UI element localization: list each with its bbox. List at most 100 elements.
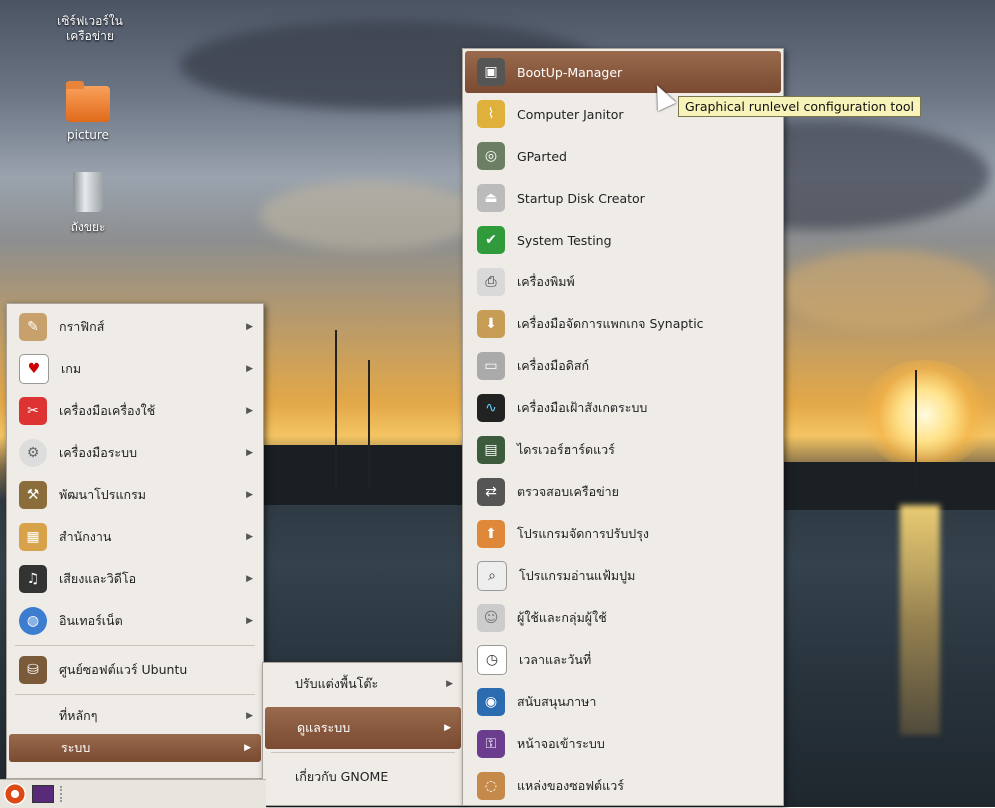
accessories-icon: ✂: [19, 397, 47, 425]
submenu-arrow-icon: ▶: [244, 743, 251, 753]
update-manager-icon: ⬆: [477, 520, 505, 548]
usb-disk-icon: ⏏: [477, 184, 505, 212]
applications-menu: ✎ กราฟิกส์ ▶ ♥ เกม ▶ ✂ เครื่องมือเครื่อง…: [6, 303, 264, 779]
menu-item-label: อินเทอร์เน็ต: [59, 613, 123, 628]
menu-item-games[interactable]: ♥ เกม ▶: [7, 348, 263, 390]
menu-item-update-manager[interactable]: ⬆ โปรแกรมจัดการปรับปรุง: [465, 513, 781, 555]
menu-item-office[interactable]: ▦ สำนักงาน ▶: [7, 516, 263, 558]
network-tools-icon: ⇄: [477, 478, 505, 506]
menu-item-label: BootUp-Manager: [517, 64, 623, 80]
submenu-arrow-icon: ▶: [444, 723, 451, 733]
menu-item-users-groups[interactable]: ☺ ผู้ใช้และกลุ่มผู้ใช้: [465, 597, 781, 639]
menu-item-label: เครื่องมือดิสก์: [517, 358, 590, 373]
menu-item-system[interactable]: ระบบ ▶: [9, 734, 261, 762]
menu-item-preferences[interactable]: ปรับแต่งพื้นโต๊ะ ▶: [263, 663, 463, 705]
software-sources-icon: ◌: [477, 772, 505, 800]
submenu-arrow-icon: ▶: [246, 448, 253, 458]
disk-utility-icon: ▭: [477, 352, 505, 380]
menu-item-label: เครื่องมือระบบ: [59, 445, 138, 460]
menu-item-sound-video[interactable]: ♫ เสียงและวิดีโอ ▶: [7, 558, 263, 600]
menu-item-graphics[interactable]: ✎ กราฟิกส์ ▶: [7, 306, 263, 348]
menu-item-programming[interactable]: ⚒ พัฒนาโปรแกรม ▶: [7, 474, 263, 516]
menu-item-software-sources[interactable]: ◌ แหล่งของซอฟต์แวร์: [465, 765, 781, 807]
language-support-icon: ◉: [477, 688, 505, 716]
programming-icon: ⚒: [19, 481, 47, 509]
menu-item-startup-disk-creator[interactable]: ⏏ Startup Disk Creator: [465, 177, 781, 219]
menu-item-label: ปรับแต่งพื้นโต๊ะ: [295, 676, 379, 691]
menu-item-places[interactable]: ที่หลักๆ ▶: [7, 698, 263, 734]
menu-item-bootup-manager[interactable]: ▣ BootUp-Manager: [465, 51, 781, 93]
bottom-panel: [0, 779, 266, 808]
desktop-icon-trash[interactable]: ถังขยะ: [58, 172, 118, 237]
menu-item-log-viewer[interactable]: ⌕ โปรแกรมอ่านแฟ้มปูม: [465, 555, 781, 597]
time-date-icon: ◷: [477, 645, 507, 675]
terminal-launcher-icon[interactable]: [32, 785, 54, 803]
folder-icon: [66, 81, 110, 122]
menu-item-label: เครื่องมือจัดการแพกเกจ Synaptic: [517, 316, 704, 331]
desktop-icon-picture[interactable]: picture: [58, 81, 118, 142]
menu-item-label: สนับสนุนภาษา: [517, 694, 597, 709]
log-viewer-icon: ⌕: [477, 561, 507, 591]
graphics-icon: ✎: [19, 313, 47, 341]
panel-grip-handle[interactable]: [60, 786, 65, 802]
submenu-arrow-icon: ▶: [246, 364, 253, 374]
menu-item-gparted[interactable]: ◎ GParted: [465, 135, 781, 177]
menu-item-label: ระบบ: [61, 740, 91, 755]
desktop-icon-label: picture: [67, 128, 109, 142]
submenu-arrow-icon: ▶: [246, 490, 253, 500]
system-submenu: ปรับแต่งพื้นโต๊ะ ▶ ดูแลระบบ ▶ เกี่ยวกับ …: [262, 662, 464, 806]
ubuntu-logo-icon[interactable]: [4, 783, 26, 805]
menu-item-label: ที่หลักๆ: [59, 708, 98, 723]
menu-item-internet[interactable]: ◍ อินเทอร์เน็ต ▶: [7, 600, 263, 642]
bootup-manager-icon: ▣: [477, 58, 505, 86]
menu-item-label: เกม: [61, 361, 82, 376]
menu-item-hardware-drivers[interactable]: ▤ ไดรเวอร์ฮาร์ดแวร์: [465, 429, 781, 471]
system-monitor-icon: ∿: [477, 394, 505, 422]
menu-item-system-monitor[interactable]: ∿ เครื่องมือเฝ้าสังเกตระบบ: [465, 387, 781, 429]
menu-separator: [15, 645, 255, 646]
submenu-arrow-icon: ▶: [246, 406, 253, 416]
submenu-arrow-icon: ▶: [246, 532, 253, 542]
menu-item-label: ไดรเวอร์ฮาร์ดแวร์: [517, 442, 615, 457]
broom-icon: ⌇: [477, 100, 505, 128]
menu-item-language-support[interactable]: ◉ สนับสนุนภาษา: [465, 681, 781, 723]
internet-icon: ◍: [19, 607, 47, 635]
menu-item-label: โปรแกรมอ่านแฟ้มปูม: [519, 568, 636, 583]
menu-item-label: เครื่องมือเฝ้าสังเกตระบบ: [517, 400, 648, 415]
menu-item-system-tools[interactable]: ⚙ เครื่องมือระบบ ▶: [7, 432, 263, 474]
submenu-arrow-icon: ▶: [246, 322, 253, 332]
menu-item-login-screen[interactable]: ⚿ หน้าจอเข้าระบบ: [465, 723, 781, 765]
menu-separator: [271, 752, 455, 753]
ubuntu-software-center-icon: ⛁: [19, 656, 47, 684]
trash-icon: [73, 172, 103, 212]
menu-item-network-tools[interactable]: ⇄ ตรวจสอบเครือข่าย: [465, 471, 781, 513]
menu-item-label: พัฒนาโปรแกรม: [59, 487, 147, 502]
menu-item-label: กราฟิกส์: [59, 319, 105, 334]
menu-separator: [15, 694, 255, 695]
menu-item-printing[interactable]: ⎙ เครื่องพิมพ์: [465, 261, 781, 303]
menu-item-label: แหล่งของซอฟต์แวร์: [517, 778, 624, 793]
menu-item-label: Computer Janitor: [517, 106, 624, 122]
menu-item-label: เสียงและวิดีโอ: [59, 571, 137, 586]
system-tools-icon: ⚙: [19, 439, 47, 467]
menu-item-synaptic[interactable]: ⬇ เครื่องมือจัดการแพกเกจ Synaptic: [465, 303, 781, 345]
menu-item-time-date[interactable]: ◷ เวลาและวันที่: [465, 639, 781, 681]
menu-item-label: Startup Disk Creator: [517, 190, 645, 206]
menu-item-label: GParted: [517, 148, 567, 164]
menu-item-ubuntu-software-center[interactable]: ⛁ ศูนย์ซอฟต์แวร์ Ubuntu: [7, 649, 263, 691]
menu-item-label: ศูนย์ซอฟต์แวร์ Ubuntu: [59, 662, 188, 677]
menu-item-system-testing[interactable]: ✔ System Testing: [465, 219, 781, 261]
login-screen-icon: ⚿: [477, 730, 505, 758]
menu-item-label: System Testing: [517, 232, 612, 248]
menu-item-administration[interactable]: ดูแลระบบ ▶: [265, 707, 461, 749]
sound-video-icon: ♫: [19, 565, 47, 593]
menu-item-disk-utility[interactable]: ▭ เครื่องมือดิสก์: [465, 345, 781, 387]
menu-item-label: ผู้ใช้และกลุ่มผู้ใช้: [517, 610, 607, 625]
synaptic-icon: ⬇: [477, 310, 505, 338]
desktop-icon-network-servers[interactable]: เซิร์ฟเวอร์ใน เครือข่าย: [50, 14, 130, 44]
menu-item-about-gnome[interactable]: เกี่ยวกับ GNOME: [263, 756, 463, 798]
menu-item-label: สำนักงาน: [59, 529, 112, 544]
menu-item-accessories[interactable]: ✂ เครื่องมือเครื่องใช้ ▶: [7, 390, 263, 432]
menu-item-label: ดูแลระบบ: [297, 720, 351, 735]
menu-item-label: เครื่องพิมพ์: [517, 274, 575, 289]
